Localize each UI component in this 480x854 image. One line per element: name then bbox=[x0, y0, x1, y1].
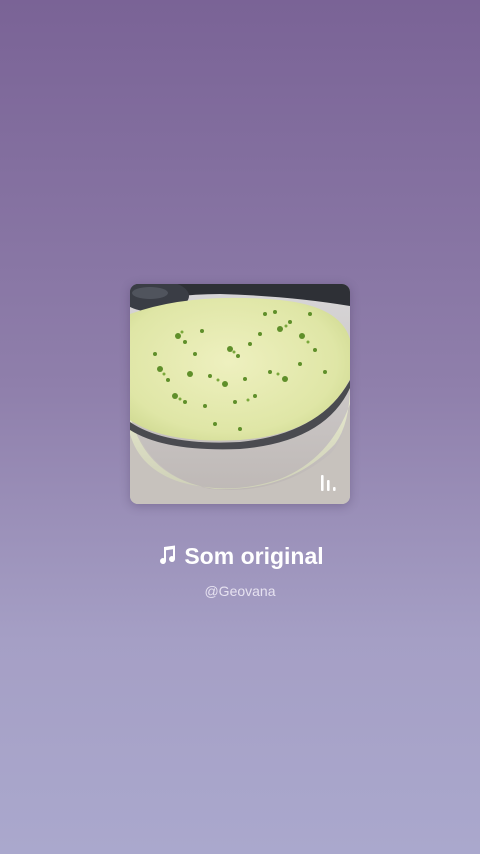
audio-artist[interactable]: @Geovana bbox=[0, 582, 480, 600]
soup-bowl-photo bbox=[130, 284, 350, 504]
audio-cover-image[interactable] bbox=[130, 284, 350, 504]
music-note-icon bbox=[160, 545, 176, 565]
audio-title-text: Som original bbox=[184, 543, 324, 569]
audio-bars-icon bbox=[321, 475, 336, 491]
audio-title[interactable]: Som original bbox=[0, 540, 480, 572]
